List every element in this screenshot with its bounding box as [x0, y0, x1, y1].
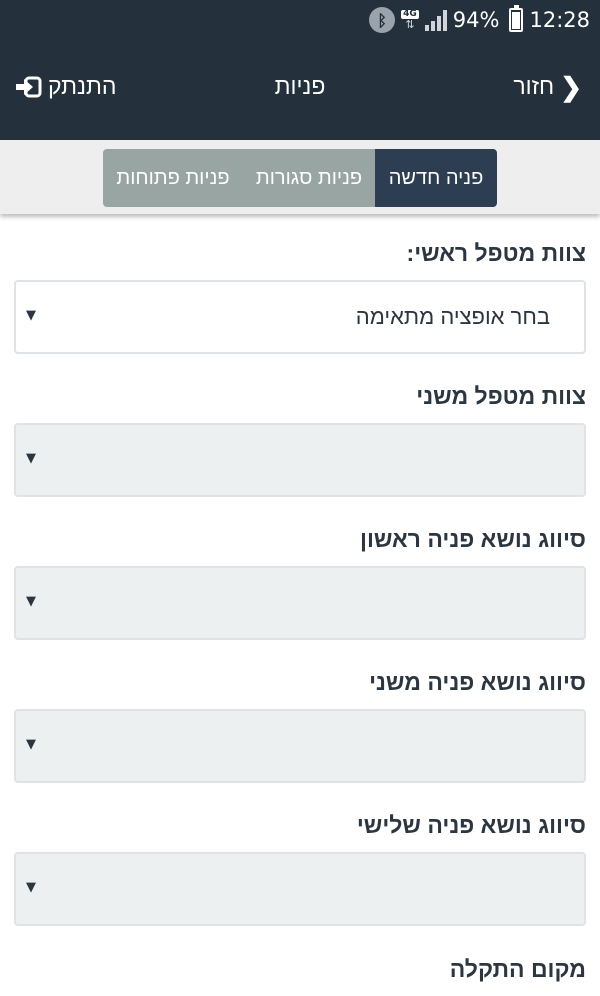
tab-group: פניה חדשה פניות סגורות פניות פתוחות [103, 149, 497, 207]
caret-down-icon: ▼ [26, 737, 36, 752]
field-label-fault-location: מקום התקלה [449, 956, 586, 982]
field-label-topic-second: סיווג נושא פניה משני [369, 669, 586, 695]
signal-icon [424, 9, 447, 31]
caret-down-icon: ▼ [26, 308, 36, 323]
tab-new-request[interactable]: פניה חדשה [375, 149, 497, 207]
tab-closed-requests[interactable]: פניות סגורות [243, 149, 375, 207]
field-label-secondary-team: צוות מטפל משני [416, 383, 586, 409]
status-bar: ᛒ 4G ⇅ 94% 12:28 [0, 0, 600, 40]
field-label-primary-team: צוות מטפל ראשי: [406, 240, 586, 266]
battery-icon [509, 5, 524, 32]
field-label-topic-third: סיווג נושא פניה שלישי [356, 812, 586, 838]
app-header: התנתק פניות חזור ❯ [0, 40, 600, 140]
tab-open-requests[interactable]: פניות פתוחות [103, 149, 243, 207]
select-topic-first[interactable]: ▼ [14, 566, 586, 640]
page-title: פניות [274, 73, 326, 99]
network-4g-icon: 4G ⇅ [401, 9, 419, 31]
battery-percent: 94% [452, 8, 500, 32]
caret-down-icon: ▼ [26, 451, 36, 466]
clock: 12:28 [529, 8, 590, 32]
back-label: חזור [513, 73, 555, 99]
select-secondary-team[interactable]: ▼ [14, 423, 586, 497]
select-primary-team[interactable]: בחר אופציה מתאימה ▼ [14, 280, 586, 354]
select-value: בחר אופציה מתאימה [355, 304, 550, 329]
tabs-bar: פניה חדשה פניות סגורות פניות פתוחות [0, 140, 600, 214]
caret-down-icon: ▼ [26, 594, 36, 609]
select-topic-second[interactable]: ▼ [14, 709, 586, 783]
back-button[interactable]: חזור ❯ [513, 73, 582, 100]
bluetooth-icon: ᛒ [369, 7, 396, 33]
status-icons: ᛒ 4G ⇅ 94% 12:28 [369, 0, 590, 40]
field-label-topic-first: סיווג נושא פניה ראשון [360, 526, 586, 552]
caret-down-icon: ▼ [26, 880, 36, 895]
chevron-right-icon: ❯ [560, 71, 582, 102]
select-topic-third[interactable]: ▼ [14, 852, 586, 926]
